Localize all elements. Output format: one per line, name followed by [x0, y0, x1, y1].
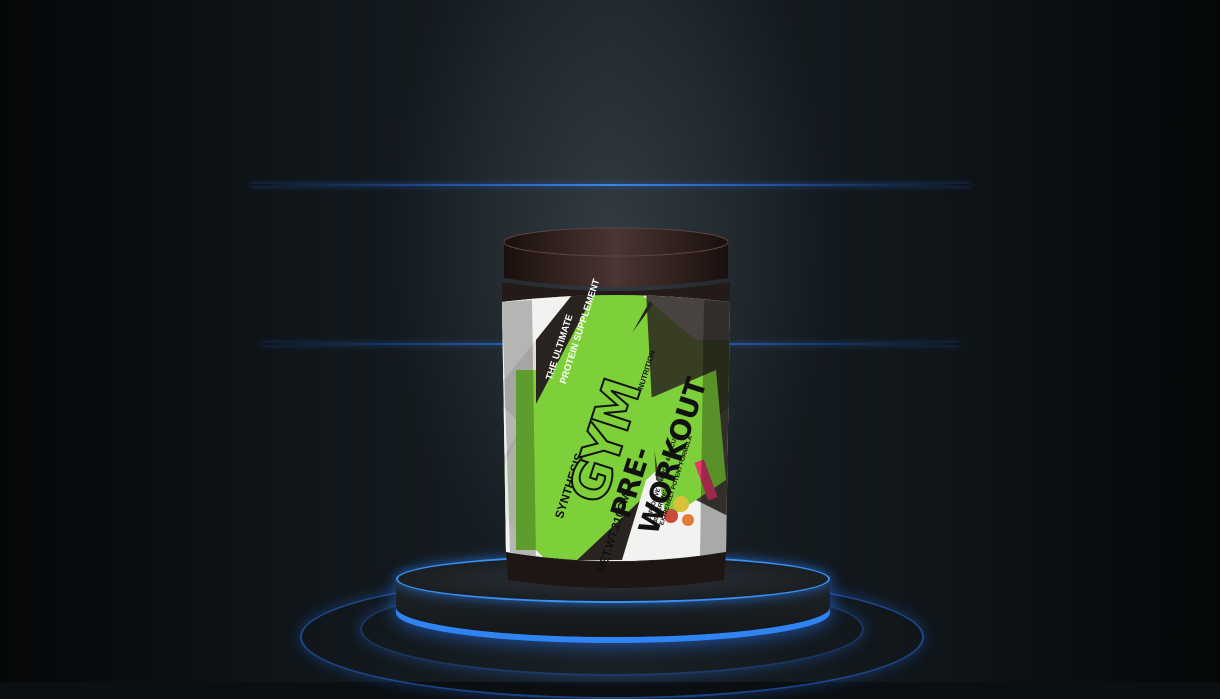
supplement-jar: THE ULTIMATE PROTEIN SUPPLEMENT SYNTHESI…	[496, 220, 736, 592]
product-scene: THE ULTIMATE PROTEIN SUPPLEMENT SYNTHESI…	[0, 0, 1220, 699]
light-beam-upper	[250, 184, 970, 186]
